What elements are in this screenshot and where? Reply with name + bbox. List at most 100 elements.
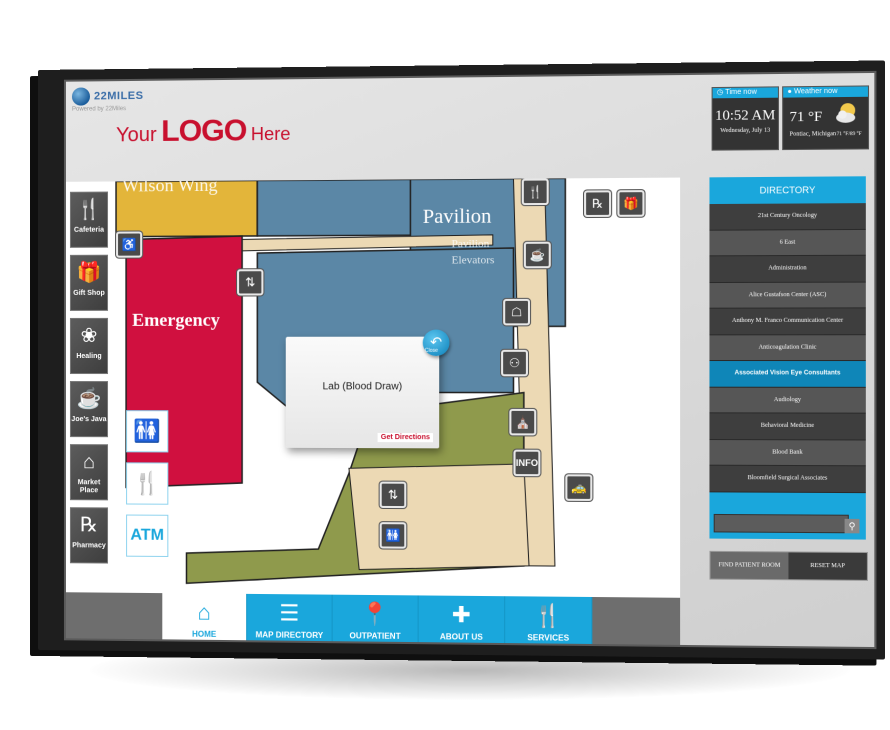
time-widget-label: Time now [725, 88, 757, 97]
directory-item[interactable]: 21st Century Oncology [709, 203, 866, 231]
category-healing[interactable]: ❀ Healing [69, 317, 109, 375]
brand: 22MILES [71, 87, 144, 106]
category-label: Pharmacy [72, 542, 106, 550]
nav-home[interactable]: ⌂ HOME [162, 593, 248, 648]
location-pin-icon: 📍 [361, 600, 390, 627]
poi-gift-shop-icon[interactable]: 🎁 [617, 190, 645, 217]
poi-info-icon[interactable]: INFO [513, 449, 541, 477]
gift-icon: 🎁 [76, 261, 102, 284]
atm-text: ATM [130, 526, 165, 544]
category-sidebar: 🍴 Cafeteria 🎁 Gift Shop ❀ Healing ☕ Joe's Ja… [69, 191, 110, 571]
brand-tagline: Powered by 22Miles [71, 106, 127, 113]
map-label-pavilion: Pavilion [422, 205, 492, 229]
logo-here: Here [250, 123, 291, 145]
category-pharmacy[interactable]: ℞ Pharmacy [69, 507, 109, 564]
map-label-emergency: Emergency [132, 309, 220, 330]
nav-items: ⌂ HOME ☰ MAP DIRECTORY 📍 OUTPATIENT SERVICES ✚… [162, 593, 593, 648]
category-label: Healing [76, 352, 102, 360]
nav-about-us[interactable]: ✚ ABOUT US [418, 595, 506, 648]
poi-chapel-icon[interactable]: ⛪ [509, 408, 537, 436]
client-logo: Your LOGO Here [116, 114, 290, 150]
category-market-place[interactable]: ⌂ Market Place [69, 444, 109, 501]
category-label: Cafeteria [73, 226, 104, 234]
find-patient-room-button[interactable]: FIND PATIENT ROOM [710, 551, 789, 580]
weather-widget: ● Weather now 71 °F Pontiac, Michigan 71… [782, 85, 870, 151]
directory-search-input[interactable] [713, 513, 849, 534]
popup-close-button[interactable]: ↶ Close [422, 329, 450, 356]
current-time: 10:52 AM [715, 107, 776, 124]
map-label-pavilion-elevators-line1: Pavilion [451, 237, 490, 251]
category-cafeteria[interactable]: 🍴 Cafeteria [69, 191, 109, 248]
nav-label: OUTPATIENT SERVICES [349, 631, 401, 648]
poi-dining-icon[interactable]: 🍴 [521, 178, 549, 206]
location-popup: Lab (Blood Draw) Get Directions [285, 336, 440, 449]
current-date: Wednesday, July 13 [720, 127, 771, 135]
fork-knife-icon: 🍴 [76, 198, 102, 221]
nav-label: HOME [192, 629, 217, 639]
lotus-icon: ❀ [80, 324, 98, 347]
amenity-dining-icon[interactable]: 🍴 [126, 462, 169, 505]
poi-coffee-icon[interactable]: ☕ [523, 241, 551, 269]
poi-radiology-icon[interactable]: ☖ [503, 298, 531, 326]
directory-item[interactable]: Audiology [709, 387, 866, 414]
floor-map[interactable]: Wilson Wing Emergency Pavilion Pavilion … [65, 177, 681, 598]
directory-item[interactable]: Associated Vision Eye Consultants [709, 361, 866, 388]
amenity-atm-icon[interactable]: ATM [126, 514, 169, 557]
nav-services[interactable]: 🍴 SERVICES [505, 596, 593, 648]
weather-location: Pontiac, Michigan [789, 131, 837, 138]
directory-item[interactable]: Blood Bank [709, 439, 866, 467]
popup-title: Lab (Blood Draw) [322, 381, 403, 393]
map-label-pavilion-elevators-line2: Elevators [451, 254, 495, 267]
nav-label: MAP DIRECTORY [255, 630, 324, 641]
mortar-pestle-icon: ℞ [79, 514, 98, 537]
get-directions-button[interactable]: Get Directions [377, 432, 434, 443]
poi-taxi-icon[interactable]: 🚕 [565, 474, 593, 501]
restrooms-glyph: 🚻 [133, 418, 161, 444]
fork-knife-icon: 🍴 [533, 602, 563, 629]
directory-item[interactable]: 6 East [709, 229, 866, 257]
medical-cross-icon: ✚ [451, 601, 471, 628]
partly-cloudy-icon [836, 103, 856, 123]
category-joes-java[interactable]: ☕ Joe's Java [69, 381, 109, 438]
map-actions: FIND PATIENT ROOM RESET MAP [709, 550, 868, 581]
poi-pharmacy-icon[interactable]: ℞ [584, 190, 612, 218]
brand-name: 22MILES [93, 89, 144, 103]
poi-accessible-icon[interactable]: ♿ [116, 231, 143, 258]
nav-outpatient-services[interactable]: 📍 OUTPATIENT SERVICES [332, 594, 419, 648]
temperature-range: 71 °F/89 °F [836, 131, 862, 138]
poi-elevator-icon[interactable]: ⇅ [237, 269, 264, 296]
poi-registration-icon[interactable]: ⚇ [501, 349, 528, 377]
time-widget: ◷ Time now 10:52 AM Wednesday, July 13 [711, 86, 779, 151]
category-label: Gift Shop [73, 289, 105, 297]
map-directory-icon: ☰ [279, 600, 300, 626]
directory-item[interactable]: Behavioral Medicine [709, 413, 866, 440]
nav-map-directory[interactable]: ☰ MAP DIRECTORY [247, 593, 333, 648]
coffee-cup-icon: ☕ [76, 388, 102, 411]
poi-restrooms-icon[interactable]: 🚻 [379, 522, 407, 549]
nav-label: SERVICES [527, 633, 570, 643]
logo-your: Your [116, 123, 157, 147]
directory-item[interactable]: Administration [709, 255, 866, 283]
category-gift-shop[interactable]: 🎁 Gift Shop [69, 254, 109, 311]
weather-widget-label: Weather now [793, 87, 838, 96]
directory-item[interactable]: Anticoagulation Clinic [709, 334, 866, 362]
time-widget-header: ◷ Time now [712, 87, 778, 99]
weather-widget-header: ● Weather now [783, 86, 868, 98]
directory-list[interactable]: 21st Century Oncology 6 East Administratio… [709, 203, 866, 493]
home-icon: ⌂ [197, 599, 211, 625]
amenity-restrooms-icon[interactable]: 🚻 [126, 410, 169, 453]
directory-panel: DIRECTORY 21st Century Oncology 6 East Adm… [709, 176, 866, 540]
directory-item[interactable]: Alice Gustafson Center (ASC) [709, 282, 866, 309]
current-temperature: 71 °F [789, 109, 823, 126]
display-border: 22MILES Powered by 22Miles Your LOGO Her… [63, 70, 877, 650]
poi-elevator-2-icon[interactable]: ⇅ [379, 481, 407, 509]
directory-item[interactable]: Anthony M. Franco Communication Center [709, 308, 866, 335]
search-icon[interactable]: ⚲ [844, 518, 860, 534]
dining-glyph: 🍴 [133, 470, 161, 496]
category-label: Joe's Java [71, 416, 107, 424]
kiosk-screen: 22MILES Powered by 22Miles Your LOGO Her… [65, 72, 875, 648]
reset-map-button[interactable]: RESET MAP [788, 552, 867, 580]
storefront-icon: ⌂ [82, 451, 96, 474]
brand-logo-icon [71, 87, 90, 106]
directory-item[interactable]: Bloomfield Surgical Associates [709, 465, 866, 493]
